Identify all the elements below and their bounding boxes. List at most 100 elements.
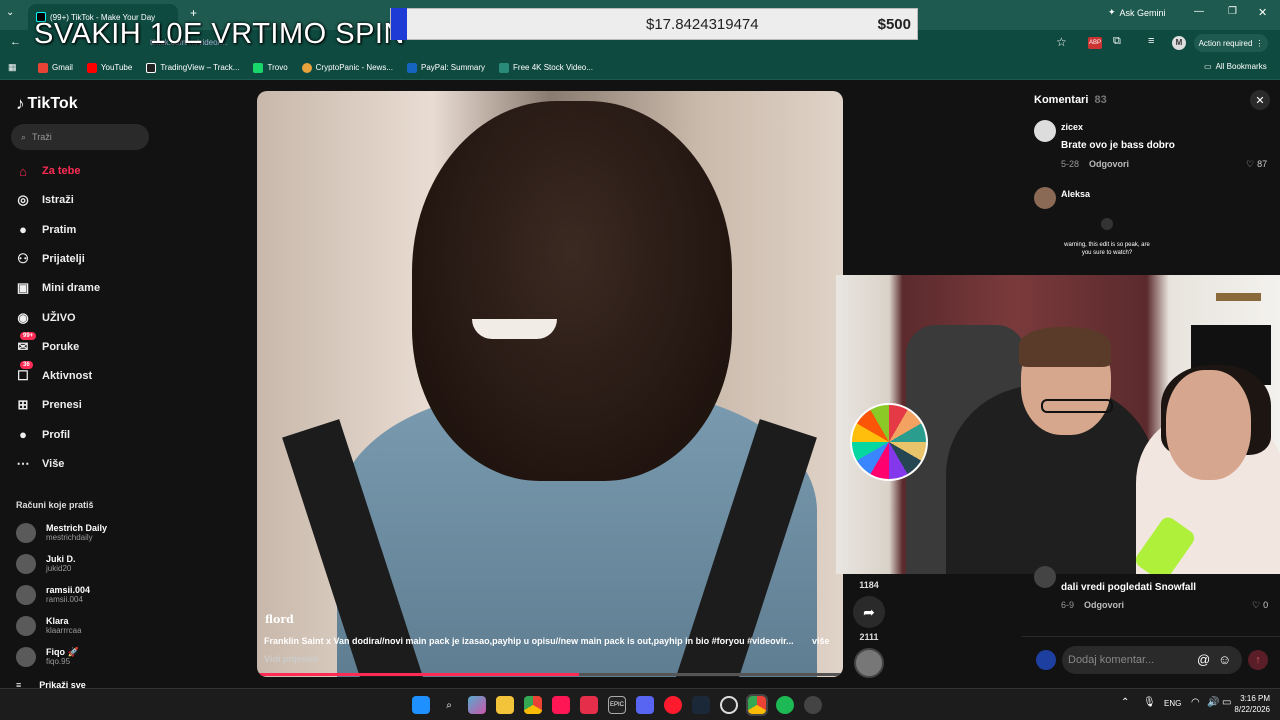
video-author[interactable]: flord (265, 613, 294, 626)
share-button[interactable]: ➦ (853, 596, 885, 628)
sound-disc-icon[interactable] (854, 648, 884, 678)
bookmark-stock-video[interactable]: Free 4K Stock Video... (499, 62, 593, 73)
comment-reply-link[interactable]: Odgovori (1089, 159, 1129, 169)
wifi-icon[interactable]: ◠ (1191, 697, 1200, 708)
volume-icon[interactable]: 🔊 (1207, 697, 1219, 708)
nav-item-0[interactable]: ⌂ Za tebe (14, 159, 214, 183)
all-bookmarks-button[interactable]: ▭ All Bookmarks (1204, 62, 1267, 71)
following-account[interactable]: Klara klaarrrcaa (16, 612, 216, 640)
taskbar-search-icon[interactable]: ⌕ (440, 696, 458, 714)
comment-like[interactable]: ♡ 0 (1252, 600, 1268, 611)
profile-icon: ● (19, 427, 27, 443)
tiktok-live-icon[interactable] (580, 696, 598, 714)
comment-user[interactable]: Aleksa (1061, 189, 1090, 199)
comment-reply-link[interactable]: Odgovori (1084, 600, 1124, 610)
video-translate-link[interactable]: Vidi prijevod (264, 654, 318, 664)
apps-grid-icon[interactable]: ▦ (8, 62, 17, 73)
copilot-icon[interactable] (468, 696, 486, 714)
bookmark-star-icon[interactable]: ☆ (1056, 35, 1067, 49)
language-indicator[interactable]: ENG (1164, 699, 1181, 708)
bookmark-label: YouTube (100, 63, 133, 72)
bookmark-youtube[interactable]: YouTube (86, 62, 133, 73)
compass-icon: ◎ (17, 192, 29, 208)
bookmark-tradingview[interactable]: TradingView – Track... (146, 62, 239, 73)
restore-icon[interactable]: ❐ (1228, 6, 1237, 17)
tray-overflow-icon[interactable]: ⌃ (1121, 697, 1129, 708)
account-avatar (16, 616, 36, 636)
nav-item-9[interactable]: ● Profil (14, 423, 214, 447)
spotify-icon[interactable] (776, 696, 794, 714)
tab-list-icon[interactable]: ⌄ (6, 7, 14, 18)
comment-avatar[interactable] (1034, 120, 1056, 142)
video-player[interactable]: flord Franklin Saint x Van dodira//novi … (257, 91, 843, 677)
send-comment-icon[interactable]: ↑ (1248, 650, 1268, 670)
paypal-icon (407, 62, 417, 73)
nav-item-6[interactable]: ✉ 99+ Poruke (14, 331, 214, 359)
bookmark-label: Gmail (52, 63, 73, 72)
emoji-icon[interactable]: ☺ (1218, 652, 1231, 667)
media-control-icon[interactable]: ≡ (1148, 35, 1154, 47)
nav-item-7[interactable]: ☐ 36 Aktivnost (14, 361, 214, 388)
chrome-icon[interactable] (524, 696, 542, 714)
video-more-link[interactable]: više (812, 636, 830, 646)
bookmark-trovo[interactable]: Trovo (253, 62, 288, 73)
adblock-extension-icon[interactable]: ABP (1088, 37, 1102, 49)
following-account[interactable]: ramsii.004 ramsii.004 (16, 581, 216, 609)
opera-icon[interactable] (664, 696, 682, 714)
comment-meta: 5-28 Odgovori (1061, 159, 1129, 169)
extensions-icon[interactable]: ⧉ (1113, 35, 1121, 48)
action-required-label: Action required (1198, 38, 1253, 48)
tiktok-logo[interactable]: ♪ TikTok (16, 94, 78, 114)
nav-item-4[interactable]: ▣ Mini drame (14, 276, 214, 300)
following-account[interactable]: Fiqo 🚀 fiqo.95 (16, 643, 216, 671)
nav-item-1[interactable]: ◎ Istraži (14, 188, 214, 212)
video-subject-smile (472, 319, 557, 339)
live-icon: ◉ (17, 309, 29, 325)
search-input[interactable]: ⌕ Traži (11, 124, 149, 150)
nav-item-5[interactable]: ◉ UŽIVO (14, 306, 214, 330)
nav-item-8[interactable]: ⊞ Prenesi (14, 393, 214, 417)
comment-text: Brate ovo je bass dobro (1061, 140, 1175, 151)
bookmark-cryptopanic[interactable]: CryptoPanic - News... (301, 62, 393, 73)
video-progress-bar[interactable] (257, 673, 843, 676)
webcam-feed (836, 275, 1280, 574)
action-required-button[interactable]: Action required ⋮ (1194, 34, 1268, 52)
comment-like[interactable]: ♡ 87 (1246, 159, 1267, 170)
comment-meta: 6-9 Odgovori (1061, 600, 1124, 610)
tiktok-studio-icon[interactable] (552, 696, 570, 714)
comment-input[interactable]: Dodaj komentar... (1062, 646, 1242, 674)
mention-icon[interactable]: @ (1197, 652, 1210, 667)
comment-avatar[interactable] (1034, 187, 1056, 209)
microphone-icon[interactable]: 🎙 (1143, 697, 1156, 708)
account-name: Mestrich Daily (46, 523, 108, 533)
chrome-active-icon[interactable] (746, 694, 768, 716)
following-account[interactable]: Mestrich Daily mestrichdaily (16, 519, 216, 547)
back-icon[interactable]: ← (10, 36, 21, 48)
epic-games-icon[interactable]: EPIC (608, 696, 626, 714)
discord-icon[interactable] (636, 696, 654, 714)
account-handle: mestrichdaily (46, 533, 93, 542)
clock[interactable]: 3:16 PM 8/22/2026 (1230, 693, 1270, 715)
file-explorer-icon[interactable] (496, 696, 514, 714)
following-account[interactable]: Juki D. jukid20 (16, 550, 216, 578)
start-icon[interactable] (412, 696, 430, 714)
account-avatar (16, 523, 36, 543)
streamer-hair (1019, 327, 1111, 367)
bookmark-gmail[interactable]: Gmail (38, 62, 73, 73)
bookmark-paypal[interactable]: PayPal: Summary (407, 62, 485, 73)
steam-icon[interactable] (692, 696, 710, 714)
ask-gemini-button[interactable]: ✦ Ask Gemini (1108, 7, 1166, 18)
account-handle: ramsii.004 (46, 595, 83, 604)
nav-item-3[interactable]: ⚇ Prijatelji (14, 247, 214, 271)
profile-avatar-icon[interactable]: M (1172, 36, 1186, 50)
nav-item-2[interactable]: ● Pratim (14, 218, 214, 242)
app-icon[interactable] (804, 696, 822, 714)
comment-input-placeholder: Dodaj komentar... (1068, 654, 1155, 666)
close-comments-icon[interactable]: ✕ (1250, 90, 1270, 110)
comment-avatar[interactable] (1034, 566, 1056, 588)
nav-item-10[interactable]: ⋯ Više (14, 452, 214, 476)
minimize-icon[interactable]: — (1194, 6, 1204, 17)
comment-user[interactable]: zicex (1061, 122, 1083, 132)
close-window-icon[interactable]: ✕ (1258, 6, 1267, 19)
obs-icon[interactable] (720, 696, 738, 714)
